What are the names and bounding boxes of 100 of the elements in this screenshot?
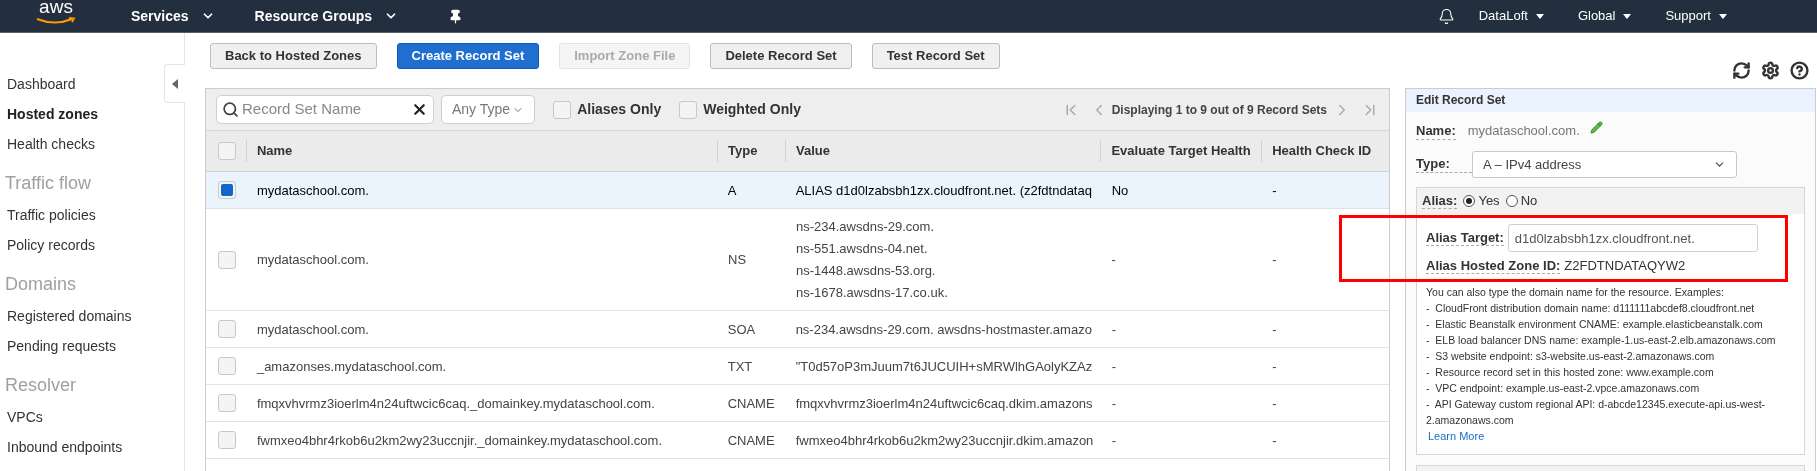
table-cell: SOA [727, 321, 756, 337]
type-dropdown[interactable]: Any Type [441, 95, 536, 124]
clear-icon[interactable] [411, 101, 428, 118]
nav-menu[interactable]: Services [131, 5, 215, 27]
table-cell: mydataschool.com. [256, 182, 369, 198]
search-input[interactable]: Record Set Name [242, 98, 408, 121]
collapse-tab[interactable] [164, 64, 185, 103]
table-cell: ns-234.awsdns-29.com. awsdns-hostmaster.amazo [795, 320, 1090, 338]
collapse-arrow-icon [172, 78, 178, 89]
search-box[interactable]: Record Set Name [216, 95, 434, 124]
panel-title: Edit Record Set [1406, 89, 1815, 112]
pagination-text: Displaying 1 to 9 out of 9 Record Sets [1111, 101, 1327, 119]
account-menu[interactable]: Support [1665, 6, 1727, 26]
alias-target-field[interactable]: d1d0lzabsbh1zx.cloudfront.net. [1507, 224, 1758, 252]
table-cell: fwmxeo4bhr4rkob6u2km2wy23uccnjir._domainkey.mydataschool.com. [256, 432, 662, 448]
table-cell: CNAME [727, 395, 775, 411]
table-cell: fmqxvhvrmz3ioerlm4n24uftwcic6caq._domainkey.mydataschool.com. [256, 395, 655, 411]
pencil-icon[interactable] [1589, 120, 1603, 134]
help-text: - API Gateway custom regional API: d-abcde12345.execute-api.us-west-2.amazonaws.com [1426, 396, 1767, 428]
account-menu[interactable]: Global [1577, 6, 1632, 26]
field-label: Alias Hosted Zone ID: [1426, 257, 1561, 274]
sidebar-item[interactable]: Hosted zones [7, 99, 98, 129]
help-text: You can also type the domain name for the resource. Examples: [1426, 284, 1725, 300]
help-text: - ELB load balancer DNS name: example-1.us-east-2.elb.amazonaws.com [1426, 332, 1777, 348]
table-cell: - [1111, 395, 1116, 411]
table-cell: - [1272, 321, 1277, 337]
checkbox[interactable] [217, 250, 236, 269]
toolbar-button[interactable]: Delete Record Set [710, 43, 852, 69]
zone-id-value: Z2FDTNDATAQYW2 [1564, 257, 1686, 275]
learn-more-link[interactable]: Learn More [1428, 429, 1485, 442]
table-cell: - [1272, 252, 1277, 267]
sidebar-item[interactable]: Health checks [7, 129, 95, 159]
table-cell: mydataschool.com. [256, 321, 369, 337]
checkbox[interactable] [217, 142, 236, 160]
checkbox[interactable] [217, 431, 236, 449]
help-text: - Resource record set in this hosted zone: www.example.com [1426, 364, 1715, 380]
sidebar-heading: Traffic flow [5, 172, 93, 195]
nav-menu[interactable]: Resource Groups [254, 5, 399, 27]
settings-icon[interactable] [1761, 61, 1780, 80]
refresh-icon[interactable] [1732, 61, 1751, 80]
checkbox[interactable] [217, 320, 236, 338]
sidebar-item[interactable]: Registered domains [7, 301, 132, 331]
column-header[interactable]: Health Check ID [1261, 140, 1389, 162]
toolbar-button[interactable]: Back to Hosted Zones [210, 43, 377, 69]
caret-icon [1535, 13, 1544, 19]
table-cell-text: ns-234.awsdns-29.com. [796, 218, 935, 235]
help-text: - CloudFront distribution domain name: d111111abcdef8.cloudfront.net [1426, 300, 1756, 316]
table-cell: CNAME [727, 432, 775, 448]
column-header[interactable]: Value [785, 140, 1101, 162]
table-cell: ALIAS d1d0lzabsbh1zx.cloudfront.net. (z2fdtndataq [795, 181, 1090, 199]
checkbox[interactable] [217, 357, 236, 375]
table-cell: - [1272, 182, 1277, 198]
field-label: Alias Target: [1426, 230, 1504, 246]
sidebar-heading: Domains [5, 273, 78, 296]
help-icon[interactable] [1790, 61, 1809, 80]
search-icon [222, 101, 239, 118]
table-cell: NS [728, 252, 747, 267]
table-cell: - [1272, 432, 1277, 448]
help-text: - Elastic Beanstalk environment CNAME: example.elasticbeanstalk.com [1426, 316, 1764, 332]
toolbar-button[interactable]: Test Record Set [871, 43, 1000, 69]
column-header[interactable]: Evaluate Target Health [1100, 140, 1262, 162]
sidebar-heading: Resolver [5, 374, 78, 397]
field-label: Name: [1416, 122, 1456, 140]
caret-icon [1623, 13, 1632, 19]
table-cell: TXT [727, 358, 753, 374]
sidebar-item[interactable]: Traffic policies [7, 200, 96, 230]
table-cell: - [1272, 395, 1277, 411]
table-cell: No [1111, 182, 1129, 198]
table-row[interactable]: mydataschool.com. A ALIAS d1d0lzabsbh1zx.cloudfront.net. (z2fdtndataq No - [206, 172, 1389, 209]
table-cell: - [1111, 432, 1116, 448]
checkbox-label: Weighted Only [703, 100, 801, 119]
caret-icon [1719, 13, 1727, 19]
column-header[interactable]: Name [245, 140, 718, 162]
table-cell-text: ns-1678.awsdns-17.co.uk. [796, 284, 949, 301]
table-cell-text: ns-551.awsdns-04.net. [796, 240, 929, 257]
pin-icon[interactable] [448, 8, 464, 24]
table-cell: - [1272, 358, 1277, 374]
help-text: - VPC endpoint: example.us-east-2.vpce.amazonaws.com [1426, 380, 1701, 396]
radio-option[interactable]: No [1505, 191, 1538, 211]
account-menu[interactable]: DataLoft [1478, 6, 1544, 26]
table-cell-text: ns-1448.awsdns-53.org. [796, 262, 937, 279]
checkbox[interactable] [553, 100, 572, 119]
column-header[interactable]: Type [717, 140, 785, 162]
radio-option[interactable]: Yes [1463, 191, 1500, 211]
table-cell: _amazonses.mydataschool.com. [256, 358, 447, 374]
aws-logo[interactable]: aws [35, 0, 77, 27]
table-cell: - [1111, 321, 1116, 337]
checkbox[interactable] [679, 100, 698, 119]
checkbox-label: Aliases Only [577, 100, 662, 119]
checkbox[interactable] [217, 181, 236, 199]
sidebar-item[interactable]: Pending requests [7, 331, 116, 361]
toolbar-button[interactable]: Create Record Set [396, 43, 540, 69]
sidebar-item[interactable]: Inbound endpoints [7, 432, 123, 462]
sidebar-item[interactable]: Policy records [7, 230, 95, 260]
sidebar-item[interactable]: Dashboard [7, 69, 76, 99]
sidebar-item[interactable]: VPCs [7, 402, 43, 432]
type-select[interactable]: A – IPv4 address [1472, 151, 1737, 178]
notification-icon[interactable] [1437, 7, 1455, 25]
name-value: mydataschool.com. [1467, 122, 1580, 141]
checkbox[interactable] [217, 394, 236, 412]
